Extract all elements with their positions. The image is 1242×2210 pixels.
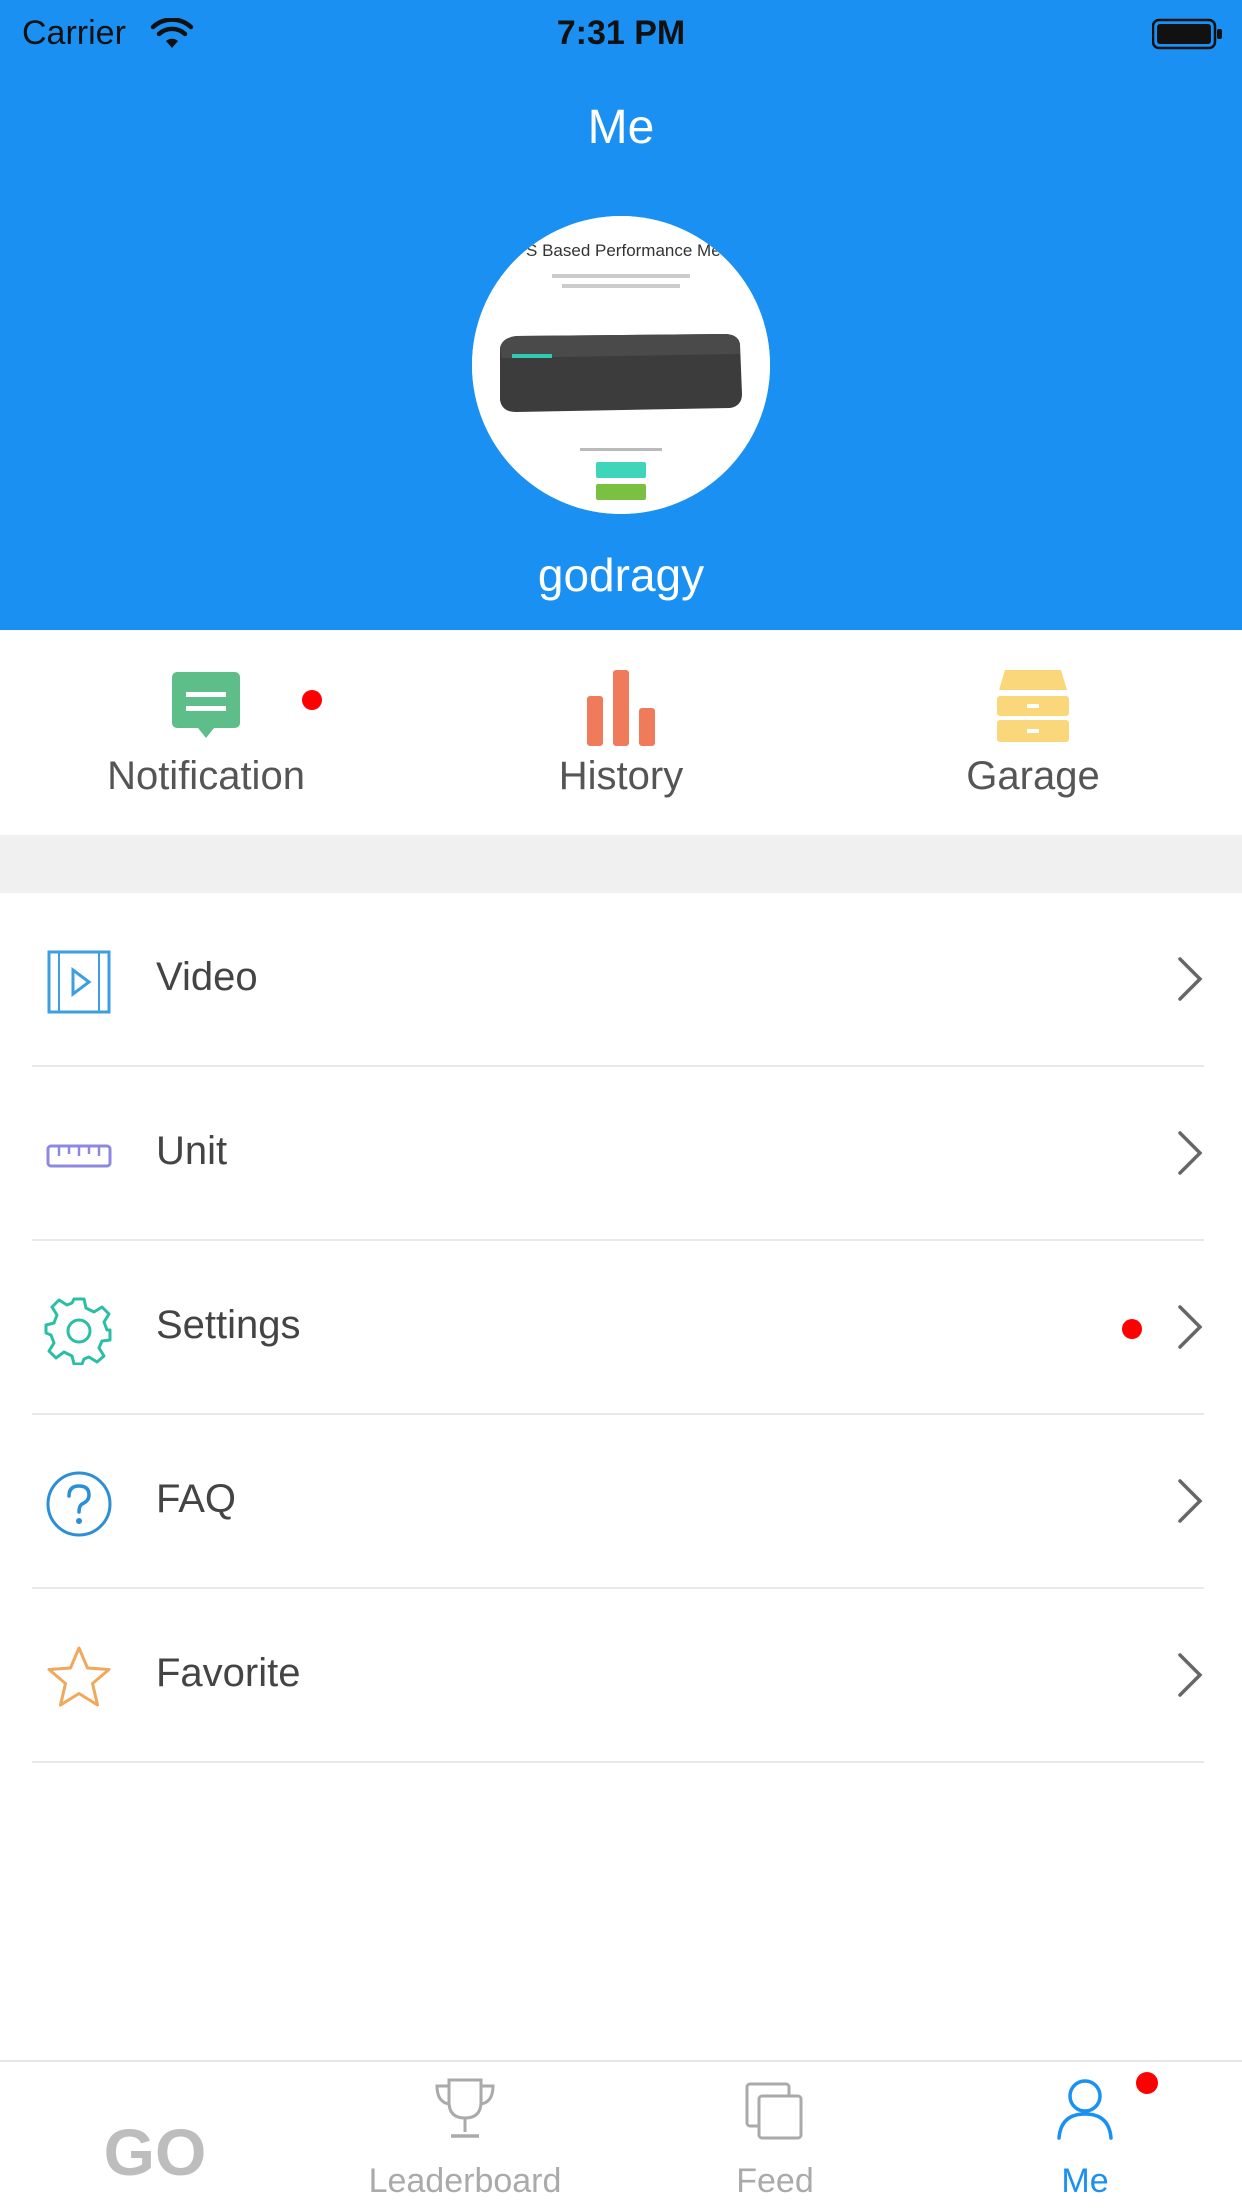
chevron-right-icon — [1176, 1129, 1204, 1182]
history-button[interactable]: History — [471, 630, 771, 835]
tab-go[interactable]: GO — [0, 2062, 310, 2210]
go-text-icon: GO — [103, 2115, 207, 2189]
menu-item-video[interactable]: Video — [0, 893, 1242, 1067]
tab-label: Me — [1061, 2162, 1109, 2200]
menu-item-settings[interactable]: Settings — [0, 1241, 1242, 1415]
feed-icon — [743, 2076, 807, 2147]
tab-feed[interactable]: Feed — [620, 2062, 930, 2210]
page-title: Me — [587, 101, 655, 154]
status-bar: Carrier 7:31 PM — [0, 8, 1242, 56]
tab-label: Leaderboard — [368, 2162, 562, 2200]
chat-bubble-icon — [170, 668, 242, 745]
settings-badge — [1122, 1319, 1142, 1339]
avatar-caption: GPS Based Performance Meter — [501, 241, 740, 260]
star-icon — [44, 1643, 114, 1713]
menu-item-label: Settings — [156, 1303, 301, 1347]
battery-icon — [1151, 18, 1222, 50]
bar-chart-icon — [585, 668, 657, 753]
chevron-right-icon — [1176, 1651, 1204, 1704]
menu-item-unit[interactable]: Unit — [0, 1067, 1242, 1241]
row-separator — [32, 1761, 1204, 1763]
notification-button[interactable]: Notification — [56, 630, 356, 835]
profile-header: Carrier 7:31 PM Me GPS Based Performance… — [0, 0, 1242, 630]
tab-bar: GO Leaderboard Feed Me — [0, 2060, 1242, 2210]
chevron-right-icon — [1176, 1477, 1204, 1530]
tab-me[interactable]: Me — [930, 2062, 1240, 2210]
settings-menu: Video Unit Settings FAQ Favorite — [0, 893, 1242, 1763]
notification-label: Notification — [107, 754, 305, 798]
garage-label: Garage — [966, 754, 1100, 798]
clock: 7:31 PM — [556, 14, 686, 52]
section-divider — [0, 835, 1242, 893]
person-icon — [1053, 2076, 1117, 2147]
garage-button[interactable]: Garage — [883, 630, 1183, 835]
chevron-right-icon — [1176, 1303, 1204, 1356]
quick-actions: Notification History Garage — [0, 630, 1242, 835]
drawer-icon — [995, 668, 1071, 749]
question-icon — [44, 1469, 114, 1539]
history-label: History — [558, 754, 684, 798]
ruler-icon — [44, 1121, 114, 1191]
menu-item-label: Favorite — [156, 1651, 301, 1695]
tab-label: Feed — [736, 2162, 814, 2200]
trophy-icon — [433, 2076, 497, 2147]
me-tab-badge — [1136, 2072, 1158, 2094]
notification-badge — [302, 690, 322, 710]
tab-leaderboard[interactable]: Leaderboard — [310, 2062, 620, 2210]
menu-item-favorite[interactable]: Favorite — [0, 1589, 1242, 1763]
menu-item-label: Unit — [156, 1129, 228, 1173]
gear-icon — [44, 1295, 114, 1365]
avatar[interactable]: GPS Based Performance Meter — [472, 216, 770, 514]
video-icon — [44, 947, 114, 1017]
menu-item-faq[interactable]: FAQ — [0, 1415, 1242, 1589]
chevron-right-icon — [1176, 955, 1204, 1008]
menu-item-label: FAQ — [156, 1477, 237, 1521]
username: godragy — [537, 549, 705, 601]
menu-item-label: Video — [156, 955, 258, 999]
